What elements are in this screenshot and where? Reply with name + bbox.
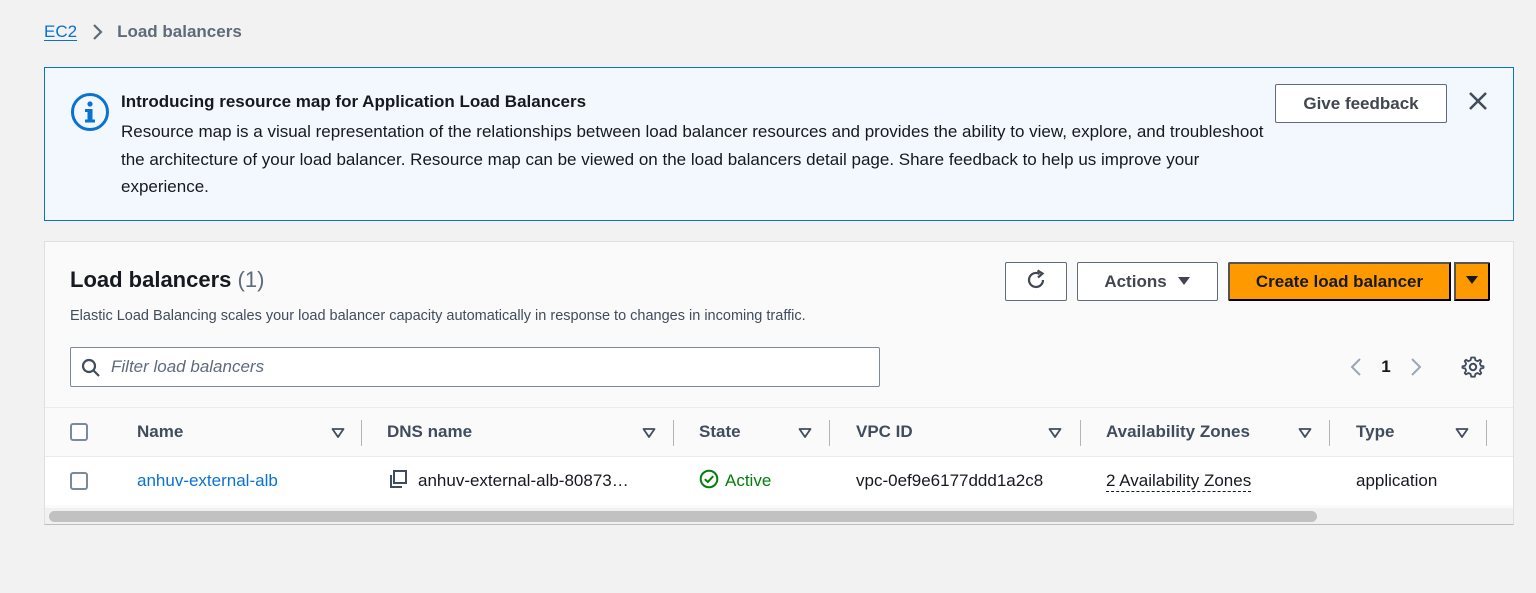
column-divider[interactable]	[1080, 420, 1081, 446]
availability-zones-popover[interactable]: 2 Availability Zones	[1106, 471, 1252, 492]
load-balancer-name-link[interactable]: anhuv-external-alb	[137, 457, 278, 505]
state-value: Active	[725, 471, 772, 490]
info-icon	[70, 92, 110, 132]
pagination: 1	[1343, 352, 1429, 382]
column-header-availability-zones[interactable]: Availability Zones	[1106, 408, 1250, 456]
scrollbar-thumb[interactable]	[49, 511, 1317, 522]
breadcrumb-ec2-link[interactable]: EC2	[44, 22, 77, 42]
caret-down-icon	[1177, 272, 1191, 292]
column-header-dns-name[interactable]: DNS name	[387, 408, 472, 456]
panel-description: Elastic Load Balancing scales your load …	[70, 308, 806, 324]
sort-icon[interactable]	[1298, 426, 1312, 440]
sort-icon[interactable]	[798, 426, 812, 440]
search-input[interactable]	[111, 348, 871, 386]
page-title: Load balancers (1)	[70, 267, 264, 293]
close-icon[interactable]	[1467, 90, 1489, 112]
panel-title-text: Load balancers	[70, 267, 232, 292]
breadcrumb: EC2 Load balancers	[44, 20, 242, 44]
chevron-left-icon[interactable]	[1343, 352, 1369, 382]
copy-icon[interactable]	[388, 469, 408, 494]
column-header-vpc-id[interactable]: VPC ID	[856, 408, 913, 456]
load-balancers-panel: Load balancers (1) Elastic Load Balancin…	[44, 241, 1514, 525]
banner-body: Resource map is a visual representation …	[121, 122, 1264, 196]
select-all-cell	[70, 408, 88, 456]
horizontal-scrollbar[interactable]	[45, 508, 1513, 524]
chevron-right-icon	[77, 23, 117, 41]
column-header-type[interactable]: Type	[1356, 408, 1394, 456]
search-field	[70, 347, 880, 387]
create-load-balancer-button[interactable]: Create load balancer	[1228, 262, 1451, 301]
sort-icon[interactable]	[642, 426, 656, 440]
row-checkbox[interactable]	[70, 472, 88, 490]
banner-title: Introducing resource map for Application…	[121, 92, 587, 111]
type-value: application	[1356, 471, 1438, 490]
column-divider[interactable]	[673, 420, 674, 446]
search-icon	[81, 358, 101, 378]
status-positive-icon	[699, 469, 719, 494]
breadcrumb-current: Load balancers	[117, 22, 242, 41]
column-divider[interactable]	[1329, 420, 1330, 446]
column-divider[interactable]	[361, 420, 362, 446]
info-banner: Introducing resource map for Application…	[44, 67, 1514, 221]
select-all-checkbox[interactable]	[70, 423, 88, 441]
vpc-id-value: vpc-0ef9e6177ddd1a2c8	[856, 471, 1044, 490]
sort-icon[interactable]	[1455, 426, 1469, 440]
table-header: Name DNS name State VPC ID Availability …	[45, 407, 1513, 457]
chevron-right-icon[interactable]	[1403, 352, 1429, 382]
page-number[interactable]: 1	[1369, 357, 1403, 377]
table-row: anhuv-external-alb anhuv-external-alb-80…	[45, 457, 1513, 505]
sort-icon[interactable]	[331, 426, 345, 440]
give-feedback-button[interactable]: Give feedback	[1275, 84, 1447, 123]
availability-zones-cell: 2 Availability Zones	[1106, 457, 1252, 505]
caret-down-icon	[1465, 274, 1479, 289]
column-header-name[interactable]: Name	[137, 408, 183, 456]
column-divider[interactable]	[829, 420, 830, 446]
dns-name-value: anhuv-external-alb-80873…	[418, 471, 629, 490]
column-header-state[interactable]: State	[699, 408, 741, 456]
sort-icon[interactable]	[1048, 426, 1062, 440]
settings-icon[interactable]	[1461, 355, 1485, 379]
refresh-icon	[1025, 269, 1047, 294]
actions-label: Actions	[1104, 271, 1167, 291]
actions-button[interactable]: Actions	[1077, 262, 1218, 301]
dns-name-cell: anhuv-external-alb-80873…	[388, 457, 629, 505]
column-divider[interactable]	[1486, 420, 1487, 446]
resource-count: (1)	[237, 267, 265, 292]
row-select-cell	[70, 457, 88, 505]
create-options-dropdown[interactable]	[1454, 262, 1490, 301]
state-cell: Active	[699, 457, 771, 505]
refresh-button[interactable]	[1005, 262, 1067, 301]
